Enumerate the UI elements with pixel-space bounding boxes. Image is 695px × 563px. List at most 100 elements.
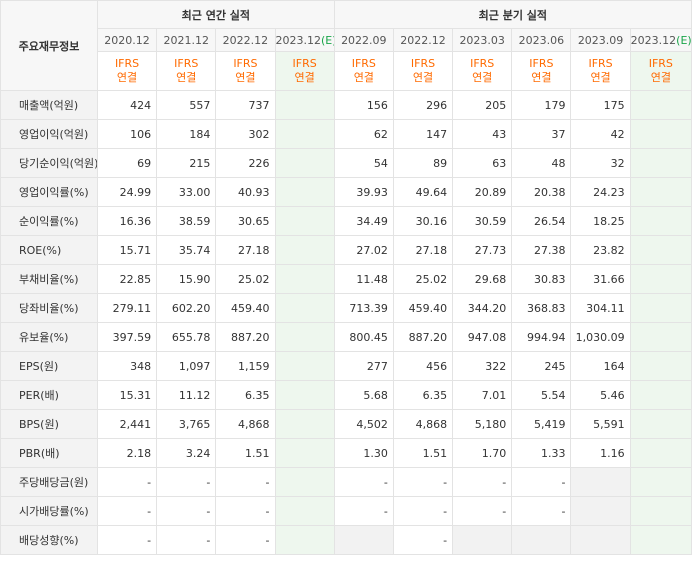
table-cell: 279.11 xyxy=(96,293,158,323)
row-label: EPS(원) xyxy=(0,351,98,381)
table-cell: 304.11 xyxy=(570,293,631,323)
table-cell: 20.38 xyxy=(511,177,572,207)
table-cell xyxy=(274,322,335,352)
table-cell: 348 xyxy=(96,351,158,381)
table-cell: 25.02 xyxy=(392,264,454,294)
annual-title: 최근 연간 실적 xyxy=(96,0,335,29)
table-cell: - xyxy=(511,467,572,497)
table-cell xyxy=(629,409,693,439)
table-cell: 32 xyxy=(570,148,631,178)
table-cell: - xyxy=(392,496,454,526)
table-cell: 2,441 xyxy=(96,409,158,439)
table-cell: 215 xyxy=(156,148,217,178)
estimate-mark: (E) xyxy=(321,33,333,47)
header-row-standard: IFRS 연결 IFRS 연결 IFRS 연결 IFRS 연결 IFRS 연결 IFRS 연결 IFRS… xyxy=(1,51,693,91)
table-cell xyxy=(274,293,335,323)
table-row: 당기순이익(억원) 69 215 226 54 89 63 48 32 xyxy=(0,148,693,178)
table-cell xyxy=(629,438,693,468)
row-label: 매출액(억원) xyxy=(0,90,98,120)
table-cell: 43 xyxy=(452,119,513,149)
table-cell xyxy=(570,496,631,526)
accounting-standard: IFRS 연결 xyxy=(452,51,513,91)
accounting-standard: IFRS 연결 xyxy=(156,51,217,91)
table-cell: 15.71 xyxy=(96,235,158,265)
financial-summary-table: 주요재무정보 최근 연간 실적 최근 분기 실적 2020.12 2021.12… xyxy=(0,0,693,555)
table-cell: 4,868 xyxy=(392,409,454,439)
table-cell: 6.35 xyxy=(392,380,454,410)
header-row-titles: 주요재무정보 최근 연간 실적 최근 분기 실적 xyxy=(0,0,693,91)
table-cell: 3.24 xyxy=(156,438,217,468)
table-cell: 322 xyxy=(452,351,513,381)
table-cell xyxy=(629,380,693,410)
table-cell: - xyxy=(96,467,158,497)
table-cell: 226 xyxy=(215,148,276,178)
period-header: 2022.12 xyxy=(392,28,454,52)
table-cell xyxy=(274,351,335,381)
table-cell: 713.39 xyxy=(333,293,394,323)
table-row: 부채비율(%) 22.85 15.90 25.02 11.48 25.02 29.68 30.… xyxy=(0,264,693,294)
table-cell: 557 xyxy=(156,90,217,120)
table-cell: 655.78 xyxy=(156,322,217,352)
table-cell xyxy=(274,235,335,265)
table-cell: 25.02 xyxy=(215,264,276,294)
table-cell: 3,765 xyxy=(156,409,217,439)
table-cell: 39.93 xyxy=(333,177,394,207)
row-label: 유보율(%) xyxy=(0,322,98,352)
table-cell xyxy=(511,525,572,555)
table-cell xyxy=(629,148,693,178)
table-cell: 63 xyxy=(452,148,513,178)
table-cell: 38.59 xyxy=(156,206,217,236)
table-cell: - xyxy=(333,467,394,497)
period-header: 2020.12 xyxy=(96,28,158,52)
table-row: EPS(원) 348 1,097 1,159 277 456 322 245 164 xyxy=(0,351,693,381)
table-cell: 29.68 xyxy=(452,264,513,294)
accounting-standard: IFRS 연결 xyxy=(511,51,572,91)
table-cell xyxy=(274,525,335,555)
table-cell: 1,030.09 xyxy=(570,322,631,352)
row-label: 영업이익(억원) xyxy=(0,119,98,149)
table-cell: 33.00 xyxy=(156,177,217,207)
table-cell: - xyxy=(156,467,217,497)
table-cell xyxy=(629,90,693,120)
table-cell: - xyxy=(156,496,217,526)
table-cell xyxy=(629,467,693,497)
table-cell: 49.64 xyxy=(392,177,454,207)
table-cell: - xyxy=(215,467,276,497)
table-row: 시가배당률(%) - - - - - - - xyxy=(0,496,693,526)
table-cell: 48 xyxy=(511,148,572,178)
table-cell: 887.20 xyxy=(392,322,454,352)
table-cell: - xyxy=(96,525,158,555)
period-header: 2023.06 xyxy=(511,28,572,52)
table-cell: 344.20 xyxy=(452,293,513,323)
table-cell xyxy=(629,293,693,323)
table-cell xyxy=(629,525,693,555)
table-cell: 62 xyxy=(333,119,394,149)
table-cell: - xyxy=(96,496,158,526)
table-cell: 459.40 xyxy=(215,293,276,323)
table-cell: 40.93 xyxy=(215,177,276,207)
table-cell: 30.59 xyxy=(452,206,513,236)
period-header-estimate: 2023.12(E) xyxy=(629,28,693,52)
table-cell: 424 xyxy=(96,90,158,120)
table-cell xyxy=(333,525,394,555)
table-cell: 15.90 xyxy=(156,264,217,294)
table-cell: 7.01 xyxy=(452,380,513,410)
table-cell: 11.12 xyxy=(156,380,217,410)
table-cell xyxy=(274,467,335,497)
table-cell: 34.49 xyxy=(333,206,394,236)
table-cell xyxy=(629,496,693,526)
table-cell: - xyxy=(333,496,394,526)
accounting-standard: IFRS 연결 xyxy=(392,51,454,91)
table-cell: 27.02 xyxy=(333,235,394,265)
table-cell: - xyxy=(452,496,513,526)
row-label: BPS(원) xyxy=(0,409,98,439)
table-cell: 602.20 xyxy=(156,293,217,323)
accounting-standard: IFRS 연결 xyxy=(274,51,335,91)
row-label: ROE(%) xyxy=(0,235,98,265)
table-cell: 42 xyxy=(570,119,631,149)
table-cell: 5,180 xyxy=(452,409,513,439)
table-cell xyxy=(274,177,335,207)
table-cell xyxy=(274,409,335,439)
table-row: 영업이익(억원) 106 184 302 62 147 43 37 42 xyxy=(0,119,693,149)
estimate-mark: (E) xyxy=(676,33,692,47)
